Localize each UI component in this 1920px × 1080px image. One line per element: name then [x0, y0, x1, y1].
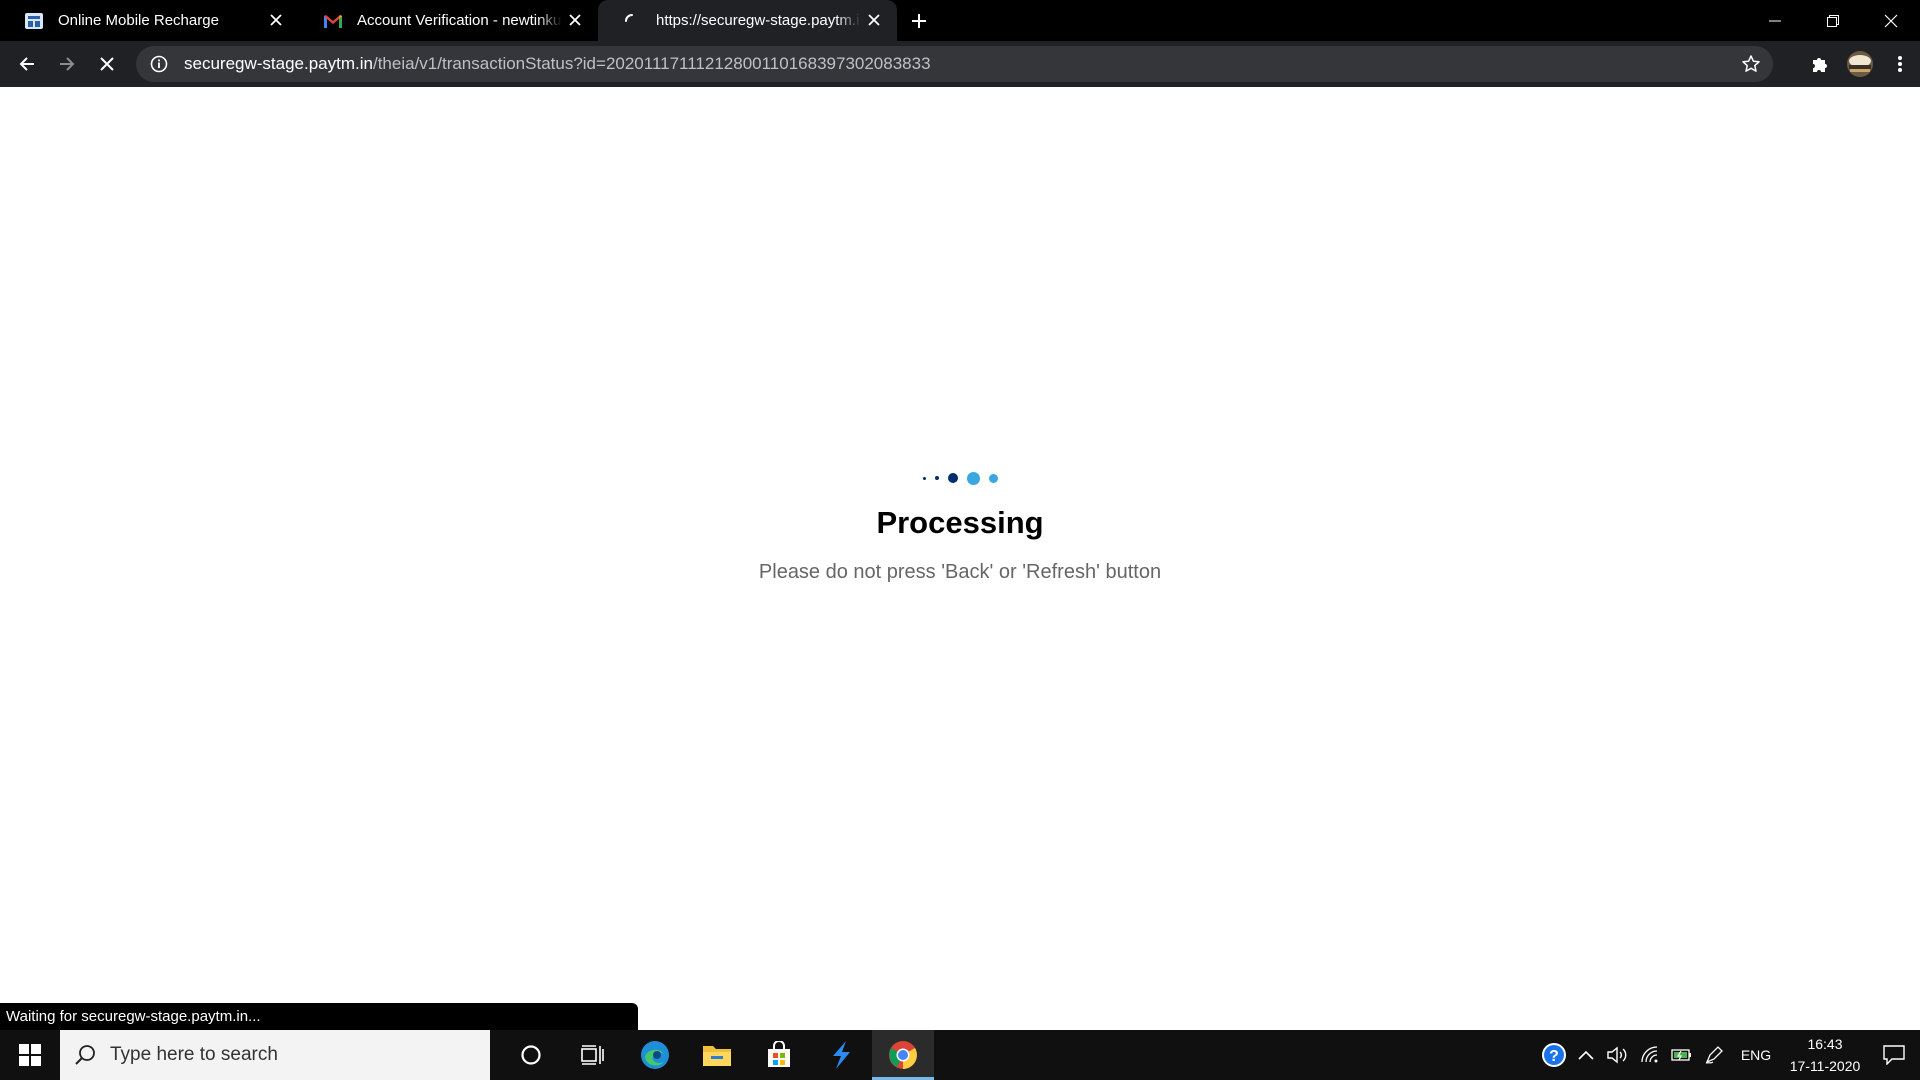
minimize-button[interactable]	[1746, 0, 1804, 41]
extensions-button[interactable]	[1800, 44, 1840, 84]
task-view-button[interactable]	[562, 1030, 624, 1080]
edge-icon	[641, 1041, 669, 1069]
search-placeholder: Type here to search	[110, 1044, 278, 1065]
kebab-menu-icon	[1898, 56, 1902, 72]
close-tab-icon[interactable]	[865, 11, 883, 29]
browser-toolbar: securegw-stage.paytm.in/theia/v1/transac…	[0, 41, 1920, 87]
taskbar-chrome[interactable]	[872, 1030, 934, 1080]
url-host: securegw-stage.paytm.in	[184, 54, 373, 73]
url-text: securegw-stage.paytm.in/theia/v1/transac…	[184, 54, 931, 74]
close-tab-icon[interactable]	[566, 11, 584, 29]
processing-title: Processing	[876, 505, 1044, 540]
address-bar[interactable]: securegw-stage.paytm.in/theia/v1/transac…	[136, 46, 1773, 82]
svg-text:?: ?	[1549, 1048, 1559, 1065]
gmail-icon	[323, 11, 343, 31]
forward-button[interactable]	[47, 44, 87, 84]
close-window-button[interactable]	[1862, 0, 1920, 41]
network-tray-button[interactable]	[1634, 1030, 1666, 1080]
loader-dot	[922, 476, 926, 480]
status-bubble: Waiting for securegw-stage.paytm.in...	[0, 1003, 638, 1030]
start-button[interactable]	[0, 1030, 60, 1080]
pen-tray-button[interactable]	[1698, 1030, 1730, 1080]
minimize-icon	[1769, 20, 1781, 21]
cortana-button[interactable]	[500, 1030, 562, 1080]
battery-tray-button[interactable]	[1666, 1030, 1698, 1080]
taskbar-search[interactable]: Type here to search	[60, 1030, 490, 1080]
restore-icon	[1827, 14, 1839, 27]
close-tab-icon[interactable]	[267, 11, 285, 29]
task-view-icon	[581, 1045, 604, 1065]
page-content: Processing Please do not press 'Back' or…	[0, 87, 1920, 1030]
taskbar: Type here to search ? ENG 16:43 17-11-20…	[0, 1030, 1920, 1080]
clock[interactable]: 16:43 17-11-2020	[1782, 1033, 1868, 1077]
battery-charging-icon	[1671, 1049, 1691, 1061]
loader-dot	[947, 473, 958, 483]
loader-dot	[934, 476, 939, 480]
taskbar-edge[interactable]	[624, 1030, 686, 1080]
loader-dot	[966, 471, 980, 485]
store-bag-icon	[768, 1041, 790, 1067]
taskbar-file-explorer[interactable]	[686, 1030, 748, 1080]
processing-subtitle: Please do not press 'Back' or 'Refresh' …	[758, 561, 1162, 583]
stop-loading-button[interactable]	[87, 44, 127, 84]
tab-title: Account Verification - newtinkumar	[357, 12, 562, 29]
clock-date: 17-11-2020	[1789, 1058, 1861, 1074]
tab-online-mobile-recharge[interactable]: Online Mobile Recharge	[0, 0, 299, 41]
folder-icon	[703, 1046, 731, 1066]
clock-time: 16:43	[1807, 1036, 1843, 1052]
puzzle-icon	[1813, 58, 1827, 72]
toolbar-right	[1800, 44, 1920, 84]
volume-tray-button[interactable]	[1602, 1030, 1634, 1080]
help-tray-button[interactable]: ?	[1538, 1030, 1570, 1080]
pen-icon	[1705, 1046, 1723, 1064]
help-icon: ?	[1542, 1043, 1566, 1067]
wifi-icon	[1641, 1046, 1658, 1063]
avatar-icon	[1847, 51, 1873, 77]
plus-icon	[912, 13, 926, 28]
stop-x-icon	[100, 57, 114, 71]
show-hidden-icons-button[interactable]	[1570, 1030, 1602, 1080]
chrome-icon	[889, 1041, 917, 1069]
arrow-left-icon	[19, 57, 34, 71]
arrow-right-icon	[60, 57, 75, 71]
cortana-circle-icon	[521, 1045, 541, 1065]
chevron-up-icon	[1578, 1050, 1594, 1060]
taskbar-store[interactable]	[748, 1030, 810, 1080]
lightning-app-icon	[833, 1041, 850, 1069]
windows-logo-icon	[19, 1044, 41, 1066]
browser-menu-button[interactable]	[1880, 44, 1920, 84]
notification-icon	[1883, 1045, 1905, 1065]
tab-title: https://securegw-stage.paytm.in/	[656, 12, 861, 29]
profile-avatar[interactable]	[1840, 44, 1880, 84]
search-icon	[75, 1045, 95, 1065]
url-path: /theia/v1/transactionStatus?id=202011171…	[372, 54, 931, 73]
site-favicon-icon	[24, 11, 44, 31]
speaker-icon	[1607, 1046, 1627, 1064]
tab-strip: Online Mobile Recharge Account Verificat…	[0, 0, 1920, 41]
info-icon[interactable]	[150, 55, 170, 73]
tab-title: Online Mobile Recharge	[58, 12, 219, 29]
window-controls	[1746, 0, 1920, 41]
back-button[interactable]	[7, 44, 47, 84]
action-center-button[interactable]	[1868, 1030, 1920, 1080]
language-indicator[interactable]: ENG	[1730, 1047, 1782, 1063]
loading-spinner-icon	[622, 11, 642, 31]
loading-dots	[0, 468, 1920, 488]
system-tray: ? ENG 16:43 17-11-2020	[1538, 1030, 1920, 1080]
restore-button[interactable]	[1804, 0, 1862, 41]
bookmark-star-icon[interactable]	[1741, 54, 1761, 79]
tab-account-verification[interactable]: Account Verification - newtinkumar	[299, 0, 598, 41]
taskbar-vscode[interactable]	[810, 1030, 872, 1080]
tab-paytm-transaction[interactable]: https://securegw-stage.paytm.in/	[598, 0, 897, 41]
new-tab-button[interactable]	[897, 0, 941, 41]
close-icon	[1884, 14, 1898, 27]
loader-dot	[988, 473, 998, 483]
